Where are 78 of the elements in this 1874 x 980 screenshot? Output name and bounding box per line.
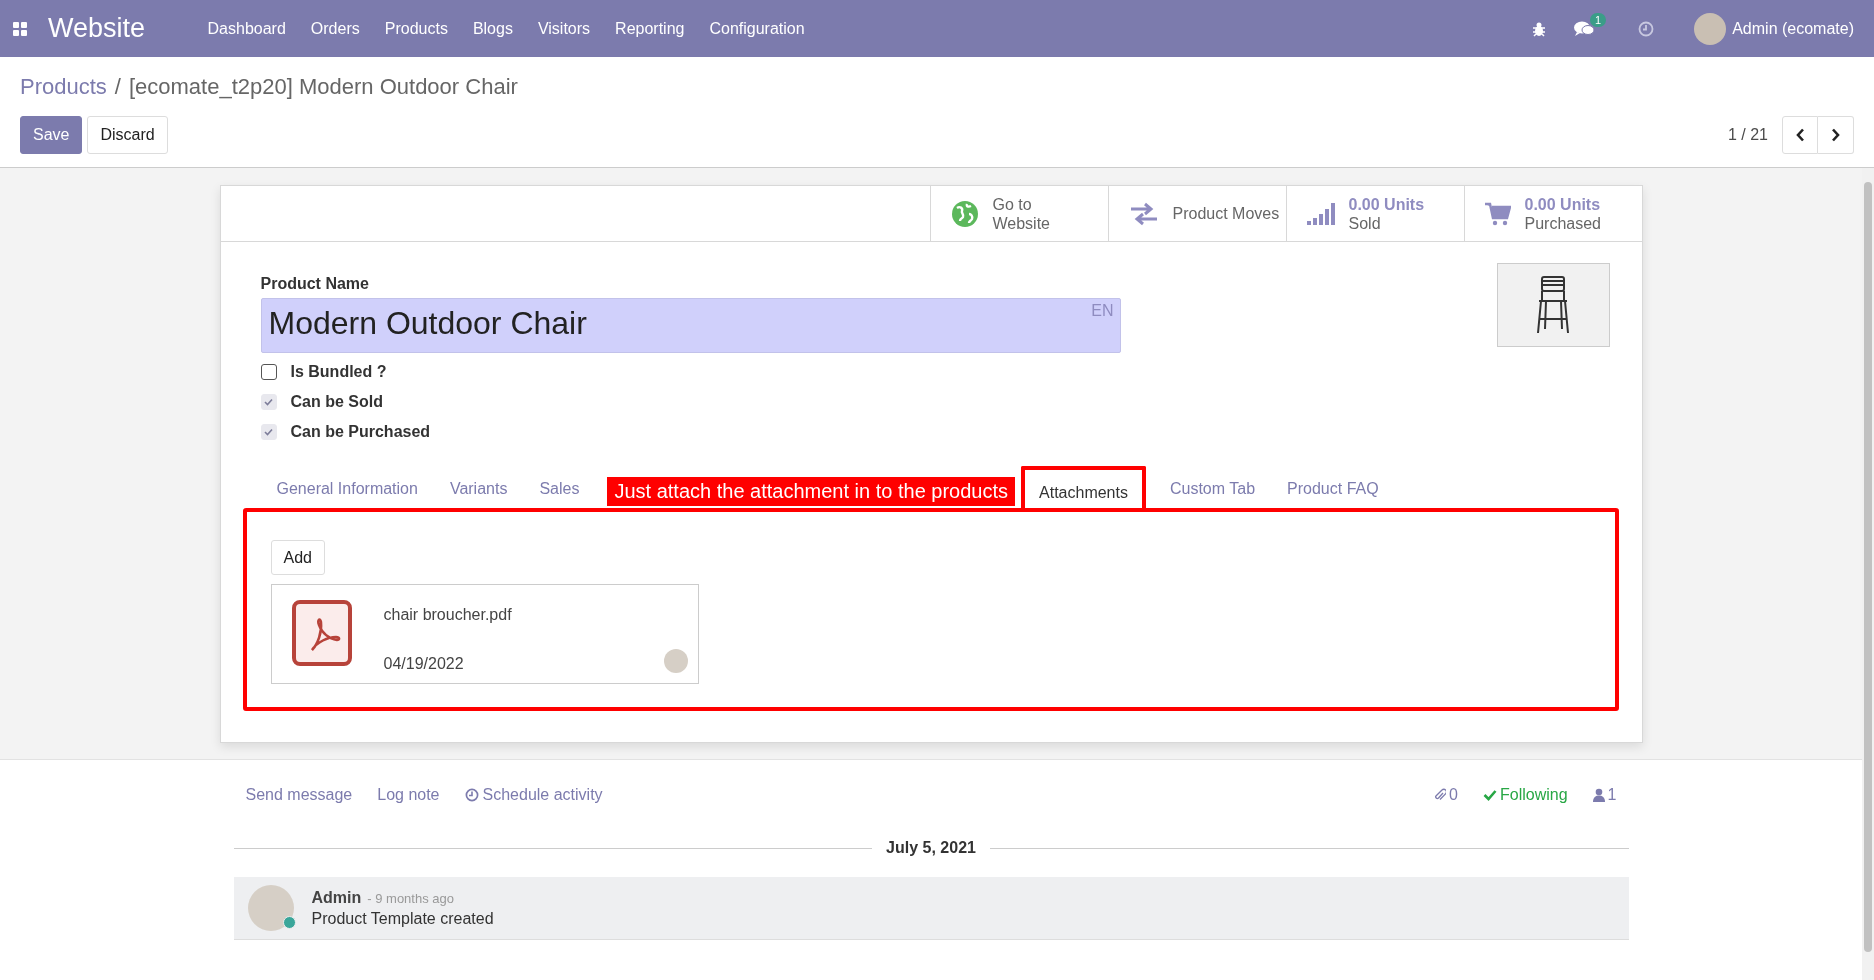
date-separator: July 5, 2021 (886, 839, 976, 857)
save-button[interactable]: Save (20, 116, 83, 154)
chevron-left-icon (1795, 128, 1805, 142)
menu-item[interactable]: Visitors (525, 19, 603, 38)
tab[interactable]: Variants (433, 466, 524, 508)
stat-button[interactable]: 0.00 Units Sold (1285, 186, 1464, 241)
pdf-file-icon (291, 600, 352, 666)
pager-value: 1 / 21 (1727, 126, 1768, 144)
author-name: Admin (311, 888, 362, 906)
stat-label: Purchased (1524, 213, 1601, 233)
user-avatar[interactable] (1694, 12, 1727, 45)
stat-button[interactable]: 0.00 Units Purchased (1463, 186, 1642, 241)
tab[interactable]: Attachments (1021, 466, 1146, 508)
menu-item[interactable]: Orders (298, 19, 373, 38)
message-count-badge: 1 (1590, 12, 1607, 27)
stat-button[interactable]: Product Moves (1107, 186, 1286, 241)
followers-button[interactable]: 1 (1592, 786, 1617, 804)
file-date: 04/19/2022 (383, 655, 464, 673)
breadcrumb-link[interactable]: Products (20, 74, 107, 100)
log-note-link[interactable]: Log note (377, 786, 440, 804)
shopping-cart-icon (1484, 201, 1511, 226)
stat-label: Sold (1348, 213, 1382, 233)
person-icon (1592, 788, 1605, 802)
add-button[interactable]: Add (270, 540, 325, 575)
online-status-dot (282, 916, 296, 929)
user-name[interactable]: Admin (ecomate) (1732, 19, 1854, 38)
check-icon (264, 397, 273, 406)
field-label: Product Name (260, 275, 370, 293)
check-icon (1483, 789, 1497, 801)
stat-value: 0.00 Units (1524, 194, 1601, 214)
product-name-field[interactable]: Modern Outdoor Chair EN (260, 298, 1121, 353)
send-message-link[interactable]: Send message (245, 786, 353, 804)
clock-icon (464, 788, 479, 802)
menu-item[interactable]: Configuration (696, 19, 818, 38)
chat-icon[interactable] (1574, 20, 1595, 37)
stat-label: Product Moves (1172, 204, 1280, 223)
attachment-count-button[interactable]: 0 (1434, 786, 1458, 804)
annotation-label: Just attach the attachment in to the products (607, 477, 1016, 506)
schedule-activity-link[interactable]: Schedule activity (464, 786, 603, 804)
stat-label: Go to Website (992, 194, 1051, 233)
message-body: Product Template created (311, 909, 494, 928)
tab[interactable]: General Information (260, 466, 434, 508)
following-button[interactable]: Following (1483, 786, 1568, 804)
menu-item[interactable]: Blogs (460, 19, 526, 38)
tab[interactable]: Product FAQ (1271, 466, 1395, 508)
menu-item[interactable]: Reporting (602, 19, 697, 38)
record-title: [ecomate_t2p20] Modern Outdoor Chair (128, 74, 518, 100)
discard-button[interactable]: Discard (87, 116, 168, 154)
scrollbar[interactable] (1862, 168, 1874, 980)
stat-button[interactable]: Go to Website (929, 186, 1108, 241)
tab[interactable]: Custom Tab (1153, 466, 1272, 508)
bar-signal-icon (1306, 202, 1335, 225)
language-label[interactable]: EN (1091, 302, 1114, 320)
clock-icon[interactable] (1638, 20, 1655, 37)
apps-icon[interactable] (12, 20, 28, 37)
paperclip-icon (1434, 788, 1447, 802)
check-icon (264, 427, 273, 436)
field-value: Modern Outdoor Chair (268, 305, 587, 341)
checkbox-label: Is Bundled ? (290, 362, 387, 381)
chevron-right-icon (1830, 128, 1841, 142)
globe-icon (950, 199, 979, 228)
breadcrumb-separator: / (114, 74, 121, 100)
checkbox-label: Can be Sold (290, 392, 383, 411)
tab[interactable]: Sales (523, 466, 596, 508)
uploader-avatar (663, 649, 688, 673)
attachment-card[interactable]: chair broucher.pdf 04/19/2022 (270, 584, 699, 684)
next-button[interactable] (1818, 116, 1854, 154)
menu-item[interactable]: Products (372, 19, 461, 38)
exchange-arrows-icon (1128, 200, 1159, 227)
message-time: - 9 months ago (367, 890, 454, 906)
app-name[interactable]: Website (48, 13, 146, 44)
checkbox[interactable] (260, 363, 277, 380)
bug-icon[interactable] (1532, 20, 1547, 37)
stat-value: 0.00 Units (1348, 194, 1425, 214)
previous-button[interactable] (1782, 116, 1818, 154)
menu-item[interactable]: Dashboard (195, 19, 299, 38)
file-name: chair broucher.pdf (383, 606, 513, 624)
checkbox-label: Can be Purchased (290, 422, 431, 441)
